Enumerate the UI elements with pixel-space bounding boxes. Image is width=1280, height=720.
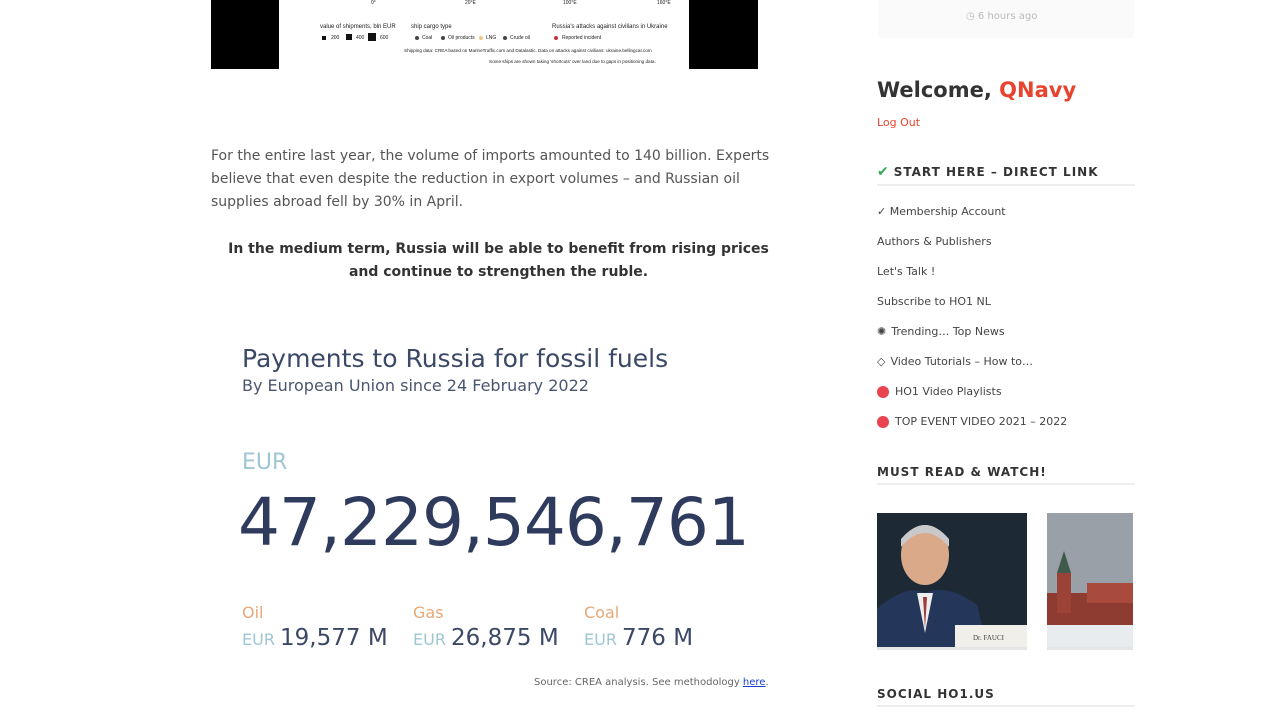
axis-tick: 0° — [371, 0, 376, 6]
source-end: . — [765, 677, 769, 688]
legend-attacks-title: Russia's attacks against civilians in Uk… — [552, 24, 668, 30]
total-currency: EUR — [242, 450, 288, 475]
fuel-value: 26,875 M — [451, 625, 559, 651]
cargo-label: Coal — [422, 35, 433, 41]
fuel-coal: Coal EUR 776 M — [584, 603, 749, 651]
fuel-currency: EUR — [584, 630, 617, 649]
fuel-currency: EUR — [413, 630, 446, 649]
widget-title: Payments to Russia for fossil fuels — [242, 344, 669, 373]
incident-dot-icon — [554, 36, 558, 40]
post-time: ◷ 6 hours ago — [966, 11, 1037, 22]
legend-value: 600 — [380, 35, 389, 41]
shipments-map-image: 0° 20°E 100°E 160°E value of shipments, … — [211, 0, 758, 69]
sidebar-link-trending[interactable]: ✺ Trending… Top News — [877, 325, 1067, 355]
cargo-dot-icon — [415, 36, 419, 40]
fuel-name: Coal — [584, 603, 620, 622]
map-legend-panel: 0° 20°E 100°E 160°E value of shipments, … — [279, 0, 689, 69]
logout-link[interactable]: Log Out — [877, 116, 920, 129]
legend-square-icon — [346, 34, 352, 40]
widget-subtitle: By European Union since 24 February 2022 — [242, 376, 589, 395]
legend-square-icon — [322, 36, 326, 40]
fuel-value: 776 M — [622, 625, 694, 651]
legend-value: 200 — [331, 35, 340, 41]
clock-icon: ◷ — [966, 11, 975, 22]
sidebar-link-tutorials[interactable]: ◇ Video Tutorials – How to… — [877, 355, 1067, 385]
source-text: Source: CREA analysis. See methodology — [534, 677, 743, 688]
cargo-label: Oil products — [448, 35, 475, 41]
nameplate-text: Dr. FAUCI — [973, 634, 1005, 642]
sidebar-link-membership[interactable]: ✓ Membership Account — [877, 205, 1067, 235]
map-source-note: Some ships are shown taking 'shortcuts' … — [489, 59, 656, 64]
methodology-link[interactable]: here — [743, 677, 766, 688]
cargo-dot-icon — [479, 36, 483, 40]
sidebar-link-top-event[interactable]: TOP EVENT VIDEO 2021 – 2022 — [877, 415, 1067, 445]
must-read-heading: MUST READ & WATCH! — [877, 465, 1135, 485]
link-label: Video Tutorials – How to… — [890, 355, 1033, 368]
legend-square-icon — [368, 33, 376, 41]
legend-value: 400 — [356, 35, 365, 41]
sidebar-link-talk[interactable]: Let's Talk ! — [877, 265, 1067, 295]
start-here-links: ✓ Membership Account Authors & Publisher… — [877, 205, 1067, 445]
cargo-label: LNG — [486, 35, 497, 41]
legend-values-title: value of shipments, bln EUR — [320, 24, 396, 30]
sidebar-link-authors[interactable]: Authors & Publishers — [877, 235, 1067, 265]
article-paragraph: For the entire last year, the volume of … — [211, 148, 770, 210]
fuel-value: 19,577 M — [280, 625, 388, 651]
fuel-name: Gas — [413, 603, 444, 622]
post-time-label: 6 hours ago — [977, 11, 1038, 22]
link-label: Authors & Publishers — [877, 235, 992, 248]
link-label: HO1 Video Playlists — [895, 385, 1002, 398]
cargo-label: Crude oil — [510, 35, 531, 41]
map-source-line: Shipping data: CREA based on MarineTraff… — [404, 48, 652, 53]
start-here-label: START HERE – DIRECT LINK — [893, 165, 1099, 179]
axis-tick: 20°E — [465, 0, 476, 6]
link-label: ✓ Membership Account — [877, 205, 1006, 218]
must-read-thumbnail[interactable]: Dr. FAUCI — [877, 513, 1027, 650]
axis-tick: 160°E — [657, 0, 671, 6]
welcome-message: Welcome, QNavy — [877, 78, 1076, 102]
axis-tick: 100°E — [563, 0, 577, 6]
fuel-name: Oil — [242, 603, 264, 622]
total-amount: 47,229,546,761 — [238, 484, 750, 561]
red-circle-icon — [877, 386, 889, 398]
welcome-prefix: Welcome, — [877, 78, 1000, 102]
sidebar-link-playlists[interactable]: HO1 Video Playlists — [877, 385, 1067, 415]
fuel-oil: Oil EUR 19,577 M — [242, 603, 407, 651]
cargo-dot-icon — [441, 36, 445, 40]
username: QNavy — [999, 78, 1077, 102]
tag-icon: ◇ — [877, 355, 886, 368]
article-bold-paragraph: In the medium term, Russia will be able … — [228, 241, 769, 280]
cargo-dot-icon — [503, 36, 507, 40]
green-check-icon: ✔ — [877, 164, 890, 180]
legend-cargo-title: ship cargo type — [411, 24, 452, 30]
kremlin-photo — [1047, 513, 1133, 647]
link-label: Let's Talk ! — [877, 265, 936, 278]
social-heading: SOCIAL HO1.US — [877, 687, 1135, 707]
fuel-gas: Gas EUR 26,875 M — [413, 603, 578, 651]
start-here-heading: ✔ START HERE – DIRECT LINK — [877, 164, 1135, 186]
link-label: Trending… Top News — [891, 325, 1005, 338]
widget-source: Source: CREA analysis. See methodology h… — [534, 677, 769, 688]
attack-label: Reported incident — [562, 35, 602, 41]
must-read-thumbnail[interactable] — [1047, 513, 1133, 650]
link-label: Subscribe to HO1 NL — [877, 295, 991, 308]
virus-icon: ✺ — [877, 325, 887, 338]
fauci-photo: Dr. FAUCI — [877, 513, 1027, 647]
red-circle-icon — [877, 416, 889, 428]
sidebar-link-subscribe[interactable]: Subscribe to HO1 NL — [877, 295, 1067, 325]
link-label: TOP EVENT VIDEO 2021 – 2022 — [895, 415, 1068, 428]
recent-post-card[interactable]: ◷ 6 hours ago — [878, 0, 1134, 38]
fuel-currency: EUR — [242, 630, 275, 649]
